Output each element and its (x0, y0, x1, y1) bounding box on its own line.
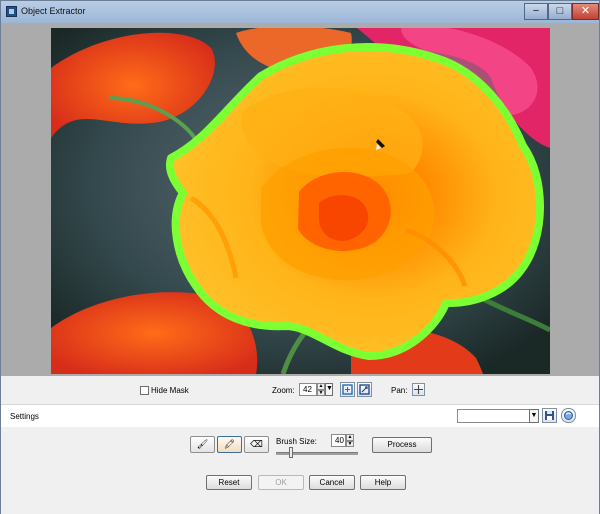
fill-tool-button[interactable]: 🖍 (217, 436, 242, 453)
settings-select[interactable] (457, 409, 530, 423)
zoom-spin-down[interactable]: ▼ (317, 390, 325, 396)
object-extractor-window: Object Extractor − □ ✕ Hide Mask Zoom: 4… (0, 0, 600, 514)
brush-size-spin-down[interactable]: ▼ (346, 441, 354, 447)
ok-button[interactable]: OK (258, 475, 304, 490)
crosshair-icon[interactable] (412, 383, 425, 396)
view-toolbar: Hide Mask Zoom: 42 ▲ ▼ ▼ Pan: (1, 376, 599, 404)
reset-button[interactable]: Reset (206, 475, 252, 490)
zoom-input[interactable]: 42 (299, 383, 317, 396)
cancel-button[interactable]: Cancel (309, 475, 355, 490)
help-button[interactable]: Help (360, 475, 406, 490)
app-icon (6, 6, 17, 17)
maximize-button[interactable]: □ (548, 3, 572, 20)
zoom-dropdown-button[interactable]: ▼ (325, 383, 333, 396)
process-button[interactable]: Process (372, 437, 432, 453)
zoom-spin-up[interactable]: ▲ (317, 383, 325, 390)
minimize-button[interactable]: − (524, 3, 548, 20)
eraser-icon: ⌫ (250, 439, 263, 449)
window-title: Object Extractor (21, 6, 86, 16)
settings-row: Settings ▼ (1, 404, 599, 429)
refresh-icon[interactable] (561, 408, 576, 423)
brush-icon: 🖌 (196, 439, 209, 449)
floppy-disk-icon[interactable] (542, 408, 557, 423)
brush-tool-button[interactable]: 🖌 (190, 436, 215, 453)
fit-to-window-icon[interactable] (340, 382, 355, 397)
settings-label: Settings (10, 412, 39, 421)
fill-icon: 🖍 (223, 439, 236, 449)
hide-mask-checkbox[interactable] (140, 386, 149, 395)
title-bar[interactable]: Object Extractor − □ ✕ (1, 1, 599, 24)
brush-size-slider-thumb[interactable] (289, 447, 293, 458)
rose-image (51, 28, 550, 374)
actual-size-icon[interactable] (357, 382, 372, 397)
brush-panel: 🖌 🖍 ⌫ Brush Size: 40 ▲ ▼ Process Reset O… (1, 427, 599, 514)
rose-photo[interactable] (51, 28, 550, 374)
brush-size-label: Brush Size: (276, 437, 317, 446)
eraser-tool-button[interactable]: ⌫ (244, 436, 269, 453)
brush-size-input[interactable]: 40 (331, 434, 346, 447)
settings-dropdown-button[interactable]: ▼ (529, 409, 539, 423)
pan-label: Pan: (391, 386, 408, 395)
canvas-area[interactable] (1, 23, 599, 376)
close-button[interactable]: ✕ (572, 3, 599, 20)
hide-mask-label: Hide Mask (151, 386, 189, 395)
brush-size-spin-up[interactable]: ▲ (346, 434, 354, 441)
zoom-label: Zoom: (272, 386, 295, 395)
